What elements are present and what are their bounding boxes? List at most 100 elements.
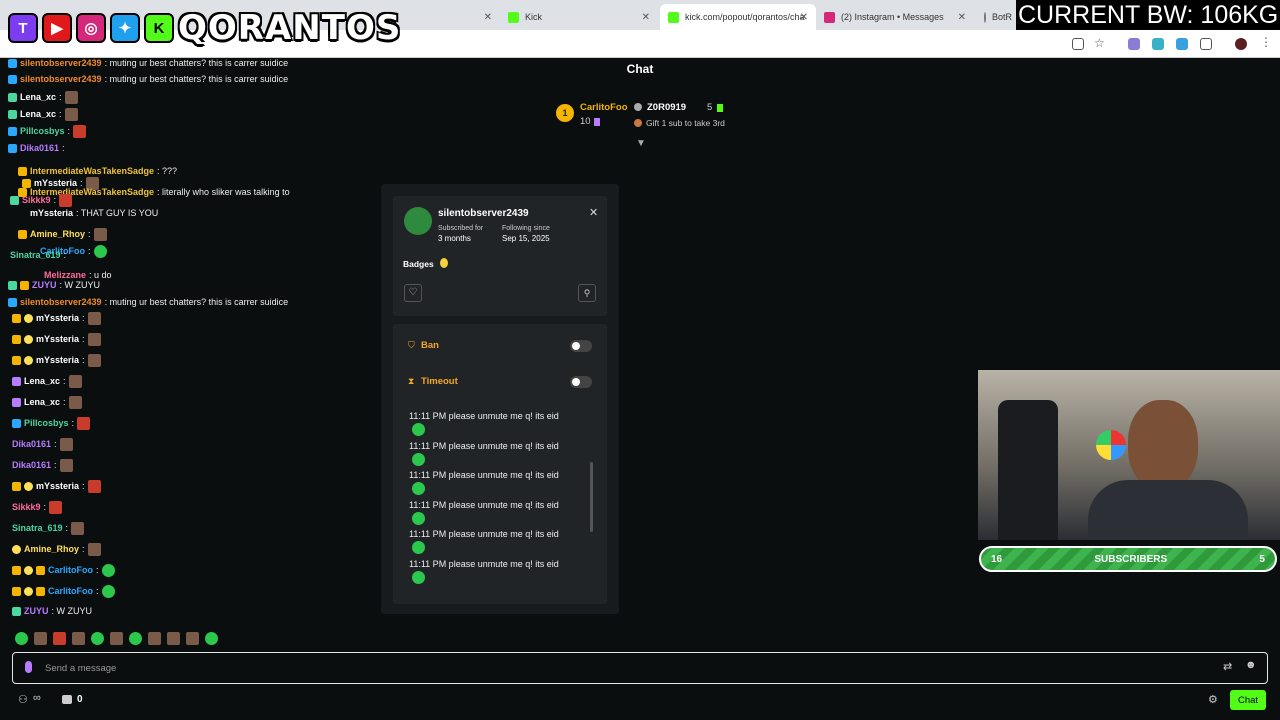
extension-icon[interactable]	[1128, 38, 1140, 50]
top-gifter-name[interactable]: CarlitoFoo	[580, 102, 628, 113]
chat-username[interactable]: Amine_Rhoy	[30, 229, 85, 239]
ban-toggle[interactable]	[570, 340, 592, 352]
pin-icon[interactable]: ⚲	[578, 284, 596, 302]
emote	[68, 395, 82, 409]
chat-username[interactable]: Lena_xc	[24, 376, 60, 386]
emote	[87, 311, 101, 325]
chat-username[interactable]: Sikkk9	[22, 195, 51, 205]
second-gifter-name[interactable]: Z0R0919	[647, 102, 686, 113]
collapse-chevron-icon[interactable]: ▼	[636, 138, 646, 149]
emote-button[interactable]	[53, 632, 66, 645]
chat-message: Lena_xc:	[8, 107, 78, 121]
chat-username[interactable]: Amine_Rhoy	[24, 544, 79, 554]
close-icon[interactable]: ✕	[800, 12, 808, 23]
crown-badge-icon	[12, 313, 21, 323]
emote-button[interactable]	[91, 632, 104, 645]
chat-username[interactable]: CarlitoFoo	[48, 586, 93, 596]
chat-username[interactable]: Lena_xc	[20, 92, 56, 102]
subs-label: SUBSCRIBERS	[1094, 553, 1168, 565]
chat-username[interactable]: mYssteria	[36, 355, 79, 365]
microphone-icon[interactable]	[25, 661, 32, 673]
chat-username[interactable]: mYssteria	[36, 481, 79, 491]
emote-button[interactable]	[186, 632, 199, 645]
chat-username[interactable]: Dika0161	[20, 143, 59, 153]
close-icon[interactable]: ✕	[958, 12, 966, 23]
bookmark-star-icon[interactable]: ☆	[1094, 36, 1106, 50]
instagram-icon	[824, 11, 835, 23]
timeout-toggle[interactable]	[570, 376, 592, 388]
chat-username[interactable]: silentobserver2439	[20, 297, 102, 307]
emote-bar	[15, 632, 218, 645]
chat-username[interactable]: silentobserver2439	[20, 58, 102, 68]
hourglass-icon: ⧗	[408, 376, 415, 386]
user-avatar	[404, 207, 432, 235]
chat-username[interactable]: mYssteria	[30, 208, 73, 218]
emote-button[interactable]	[167, 632, 180, 645]
chat-message: CarlitoFoo:	[12, 563, 115, 577]
infinity-icon[interactable]: ∞	[33, 692, 41, 704]
send-chat-button[interactable]: Chat	[1230, 690, 1266, 710]
scrollbar[interactable]	[590, 462, 593, 532]
browser-tab[interactable]: (2) Instagram • Messages ✕	[816, 4, 974, 30]
chat-username[interactable]: Dika0161	[12, 439, 51, 449]
browser-tab[interactable]: Kick ✕	[500, 4, 658, 30]
heart-icon[interactable]: ♡	[404, 284, 422, 302]
chat-username[interactable]: CarlitoFoo	[48, 565, 93, 575]
chat-username[interactable]: IntermediateWasTakenSadge	[30, 166, 154, 176]
extension-icon[interactable]	[1152, 38, 1164, 50]
emote	[93, 227, 107, 241]
chat-username[interactable]: ZUYU	[24, 606, 49, 616]
chat-text: :	[82, 355, 85, 365]
chat-username[interactable]: silentobserver2439	[20, 74, 102, 84]
emote-button[interactable]	[129, 632, 142, 645]
log-message: 11:11 PM please unmute me q! its eid	[409, 529, 559, 539]
emote	[412, 571, 425, 584]
emote-button[interactable]	[15, 632, 28, 645]
badge-icon	[8, 92, 17, 102]
extension-icon[interactable]	[1176, 38, 1188, 50]
chat-username[interactable]: Sinatra_619	[10, 250, 61, 260]
subs-current: 16	[991, 553, 1003, 565]
chat-username[interactable]: Pillcosbys	[24, 418, 69, 428]
translate-icon[interactable]: ⇄	[1223, 660, 1232, 673]
emote-button[interactable]	[205, 632, 218, 645]
gift-cta[interactable]: Gift 1 sub to take 3rd	[646, 118, 725, 128]
extensions-puzzle-icon[interactable]	[1200, 38, 1212, 50]
profile-avatar[interactable]	[1235, 38, 1247, 50]
badge-icon	[10, 195, 19, 205]
log-message: 11:11 PM please unmute me q! its eid	[409, 441, 559, 451]
emoji-icon[interactable]: ☻	[1245, 659, 1257, 671]
cast-icon[interactable]	[1072, 38, 1084, 50]
close-icon[interactable]: ✕	[484, 12, 492, 23]
chat-message: Lena_xc:	[12, 395, 82, 409]
chat-username[interactable]: Pillcosbys	[20, 126, 65, 136]
emote-button[interactable]	[72, 632, 85, 645]
chat-username[interactable]: Lena_xc	[24, 397, 60, 407]
chat-message-input[interactable]	[45, 659, 1205, 677]
emote-button[interactable]	[34, 632, 47, 645]
chat-text: : W ZUYU	[51, 606, 93, 616]
kick-icon	[668, 11, 679, 23]
close-icon[interactable]: ✕	[589, 206, 598, 219]
chat-username[interactable]: mYssteria	[36, 313, 79, 323]
chat-username[interactable]: Lena_xc	[20, 109, 56, 119]
kebab-menu-icon[interactable]: ⋮	[1260, 35, 1272, 49]
chat-username[interactable]: Dika0161	[12, 460, 51, 470]
chat-text: :	[62, 143, 65, 153]
people-icon[interactable]: ⚇	[18, 693, 28, 706]
settings-gear-icon[interactable]: ⚙	[1208, 693, 1218, 706]
chat-username[interactable]: ZUYU	[32, 280, 57, 290]
chat-message: Dika0161:	[12, 437, 73, 451]
emote-button[interactable]	[148, 632, 161, 645]
chat-username[interactable]: Sinatra_619	[12, 523, 63, 533]
emote	[412, 512, 425, 525]
browser-tab-active[interactable]: kick.com/popout/qorantos/cha ✕	[660, 4, 816, 30]
close-icon[interactable]: ✕	[642, 12, 650, 23]
subscriber-goal-bar: 16 SUBSCRIBERS 5	[979, 546, 1277, 572]
chat-username[interactable]: mYssteria	[36, 334, 79, 344]
emote-button[interactable]	[110, 632, 123, 645]
chat-username[interactable]: Sikkk9	[12, 502, 41, 512]
gift-icon[interactable]	[62, 695, 72, 704]
browser-tab[interactable]: BotR	[976, 4, 1020, 30]
crown-badge-icon	[12, 481, 21, 491]
